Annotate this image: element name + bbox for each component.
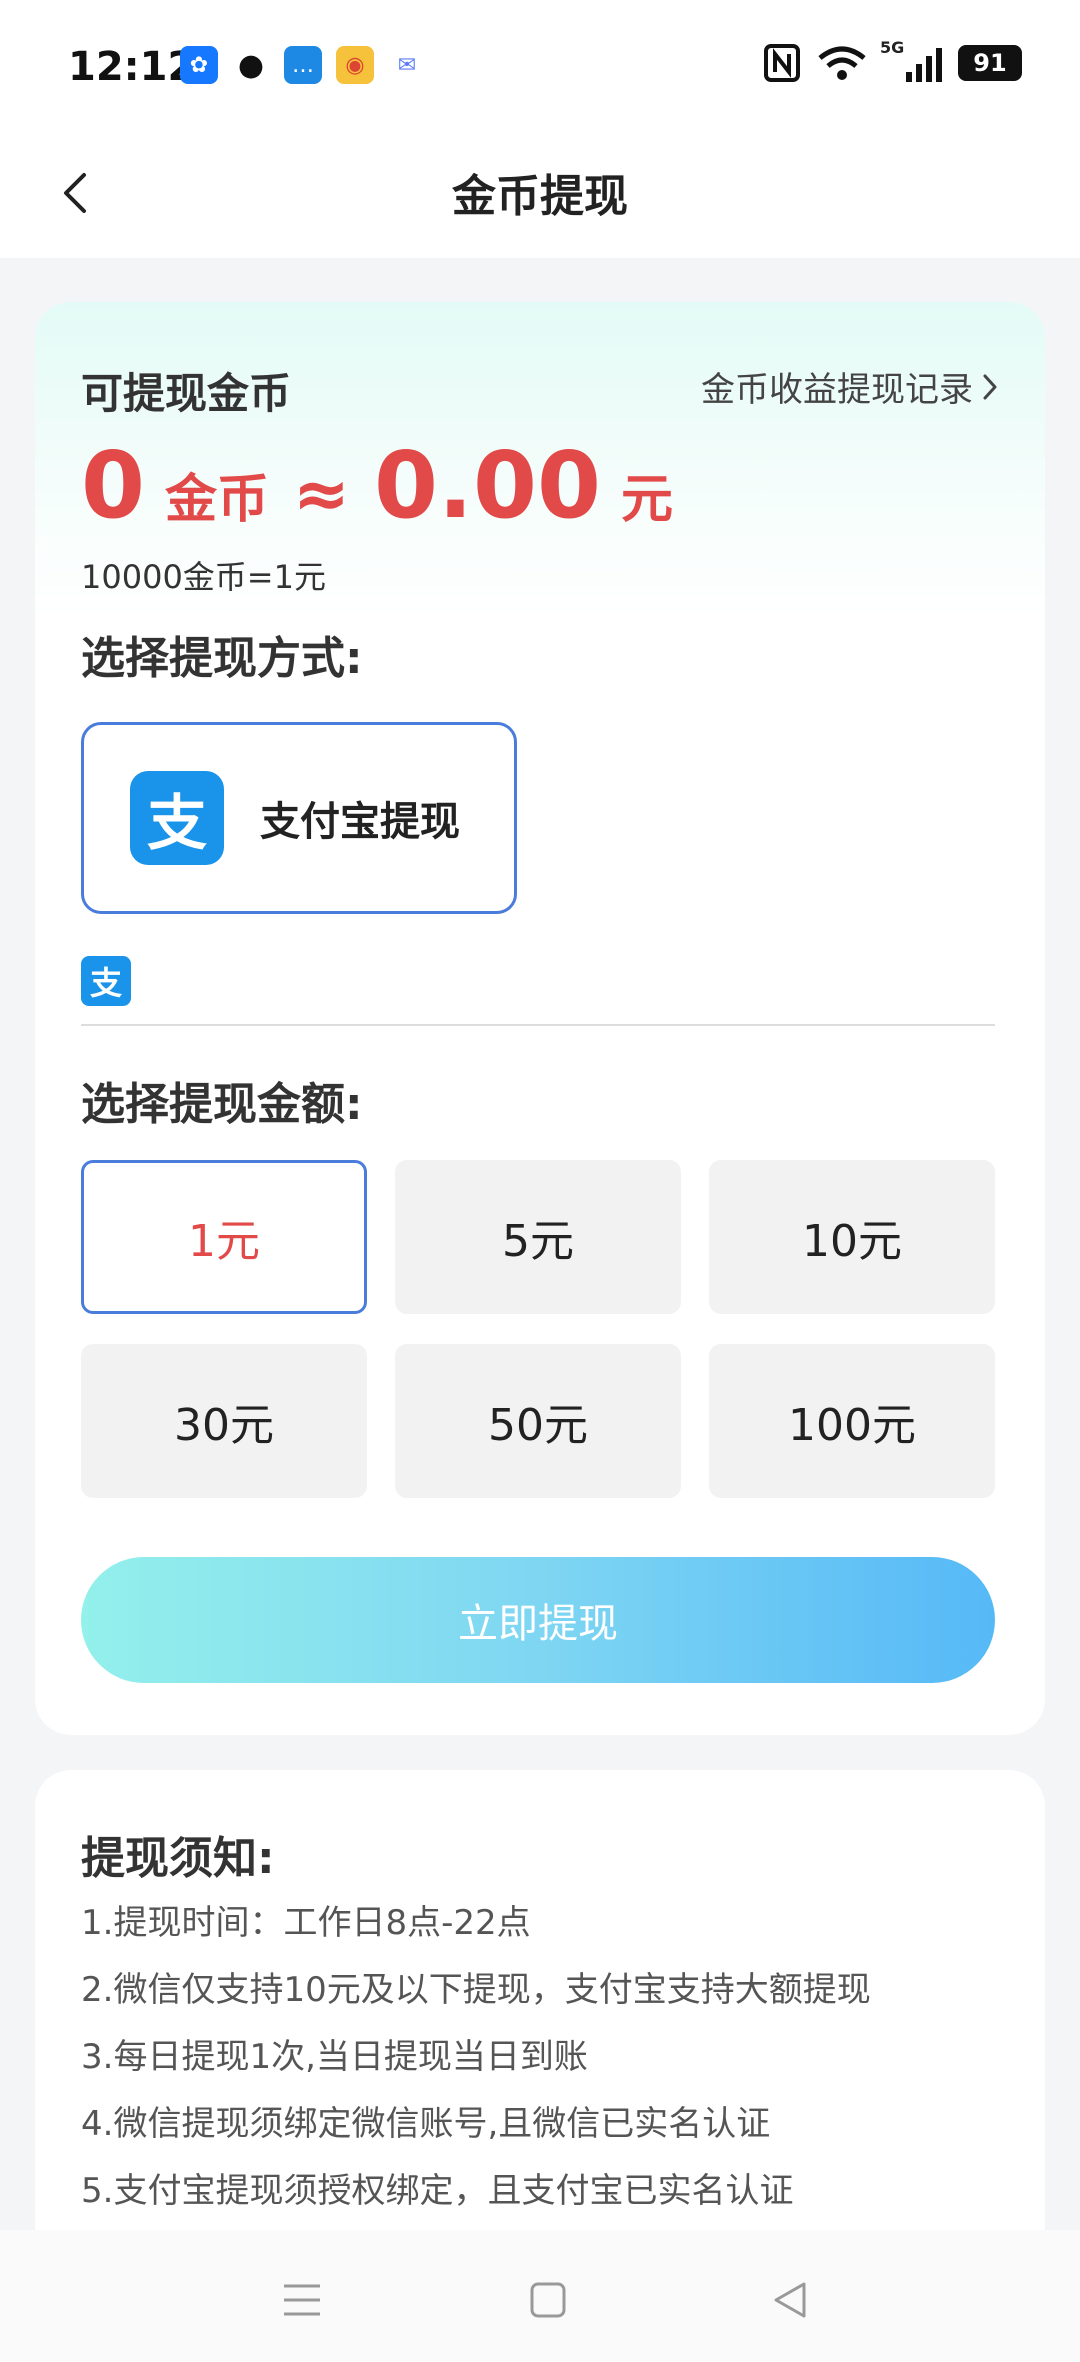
network-type-label: 5G <box>880 38 905 57</box>
status-bar: 12:12 ✿ ● … ◉ ✉ 5G 91 <box>0 0 1080 130</box>
exchange-rate: 10000金币=1元 <box>81 558 326 596</box>
alipay-method-label: 支付宝提现 <box>260 799 460 845</box>
page-header: 金币提现 <box>0 130 1080 258</box>
back-nav-button[interactable] <box>760 2270 820 2330</box>
notice-item: 5.支付宝提现须授权绑定，且支付宝已实名认证 <box>81 2171 794 2211</box>
alipay-method-option[interactable]: 支 支付宝提现 <box>81 722 517 914</box>
notice-item: 3.每日提现1次,当日提现当日到账 <box>81 2037 588 2077</box>
notice-title: 提现须知: <box>81 1833 275 1884</box>
home-nav-button[interactable] <box>518 2270 578 2330</box>
chevron-right-icon <box>983 374 997 399</box>
system-icons: 5G 91 <box>764 38 1022 82</box>
yuan-unit: 元 <box>621 470 674 530</box>
system-nav-bar <box>0 2230 1080 2362</box>
amount-option-button[interactable]: 100元 <box>709 1344 995 1498</box>
nfc-icon <box>764 44 800 82</box>
app-notification-icon: ✿ <box>180 46 218 84</box>
withdraw-card: 可提现金币 金币收益提现记录 0 金币 ≈ 0.00 元 10000金币=1元 … <box>35 302 1045 1735</box>
qq-icon: ● <box>237 47 265 83</box>
battery-indicator: 91 <box>958 45 1022 81</box>
weibo-icon: ◉ <box>336 46 374 84</box>
alipay-account-icon: 支 <box>81 956 131 1006</box>
notice-item: 1.提现时间：工作日8点-22点 <box>81 1903 531 1943</box>
amount-section-title: 选择提现金额: <box>81 1079 363 1130</box>
amount-option-button[interactable]: 50元 <box>395 1344 681 1498</box>
alipay-icon: 支 <box>130 771 224 865</box>
page-title: 金币提现 <box>452 171 628 222</box>
withdraw-now-button[interactable]: 立即提现 <box>81 1557 995 1683</box>
notice-item: 4.微信提现须绑定微信账号,且微信已实名认证 <box>81 2104 771 2144</box>
menu-nav-button[interactable] <box>272 2270 332 2330</box>
yuan-balance: 0.00 <box>374 432 602 539</box>
notice-item: 2.微信仅支持10元及以下提现，支付宝支持大额提现 <box>81 1970 871 2010</box>
message-icon: … <box>284 46 322 84</box>
withdraw-records-link[interactable]: 金币收益提现记录 <box>701 362 999 411</box>
mail-icon: ✉ <box>397 52 417 78</box>
signal-icon: 5G <box>880 38 942 82</box>
amount-option-button[interactable]: 10元 <box>709 1160 995 1314</box>
amount-option-button[interactable]: 1元 <box>81 1160 367 1314</box>
coin-unit: 金币 <box>165 470 270 530</box>
menu-icon <box>284 2284 320 2316</box>
approx-sign: ≈ <box>293 455 351 534</box>
wifi-icon <box>818 46 866 80</box>
withdraw-records-label: 金币收益提现记录 <box>701 370 973 410</box>
back-triangle-icon <box>774 2282 806 2318</box>
notice-card: 提现须知: 1.提现时间：工作日8点-22点 2.微信仅支持10元及以下提现，支… <box>35 1770 1045 2240</box>
method-section-title: 选择提现方式: <box>81 633 363 684</box>
divider <box>81 1024 995 1026</box>
status-time: 12:12 <box>68 44 196 90</box>
amount-option-button[interactable]: 30元 <box>81 1344 367 1498</box>
notice-list: 1.提现时间：工作日8点-22点 2.微信仅支持10元及以下提现，支付宝支持大额… <box>81 1890 871 2225</box>
coin-balance: 0 <box>81 432 146 539</box>
balance-label: 可提现金币 <box>81 369 292 418</box>
home-square-icon <box>530 2282 566 2318</box>
balance-amount: 0 金币 ≈ 0.00 元 <box>81 432 697 539</box>
amount-option-button[interactable]: 5元 <box>395 1160 681 1314</box>
notification-icons: ✿ ● … ◉ ✉ <box>180 46 426 84</box>
